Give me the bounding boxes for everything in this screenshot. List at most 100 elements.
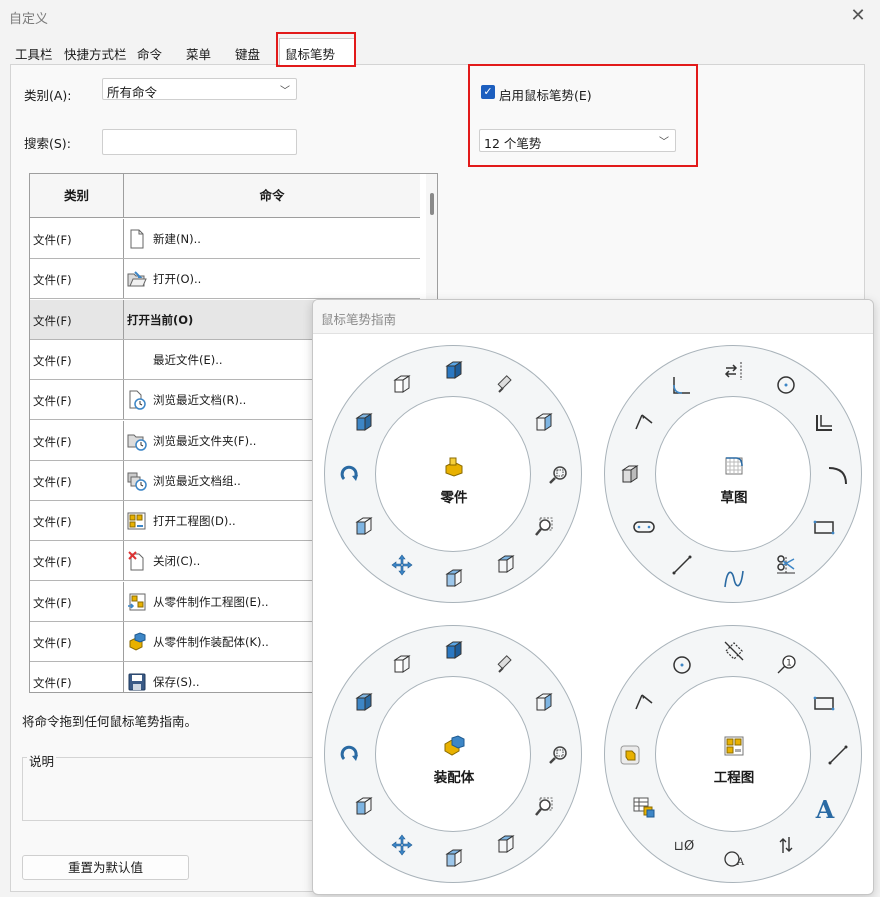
- zoom-to-fit-icon[interactable]: [494, 373, 518, 397]
- shaded-view-icon[interactable]: [442, 359, 466, 383]
- left-view-icon[interactable]: [352, 515, 376, 539]
- isometric-view-icon[interactable]: [352, 691, 376, 715]
- column-divider: [123, 460, 124, 500]
- zoom-to-area-icon[interactable]: [546, 463, 570, 487]
- zoom-area-icon[interactable]: [532, 795, 556, 819]
- gesture-wheel-sketch: 草图: [604, 345, 862, 603]
- shaded-box-icon[interactable]: [618, 463, 642, 487]
- wheel-label: 草图: [720, 490, 748, 506]
- bom-table-icon[interactable]: [632, 795, 656, 819]
- move-icon[interactable]: [390, 833, 414, 857]
- top-view-icon[interactable]: [494, 553, 518, 577]
- gesture-count-value: 12 个笔势: [484, 136, 542, 151]
- chevron-down-icon: ﹀: [659, 137, 669, 148]
- isometric-view-icon[interactable]: [352, 411, 376, 435]
- front-view-icon[interactable]: [390, 653, 414, 677]
- note-icon[interactable]: A: [812, 795, 836, 824]
- back-view-icon[interactable]: [442, 847, 466, 871]
- right-view-icon[interactable]: [532, 691, 556, 715]
- description-label: 说明: [27, 751, 57, 770]
- zoom-to-area-icon[interactable]: [546, 743, 570, 767]
- column-divider: [123, 259, 124, 299]
- row-category: 文件(F): [33, 313, 72, 328]
- line-icon[interactable]: [826, 743, 850, 767]
- reset-defaults-button[interactable]: 重置为默认值: [22, 855, 189, 880]
- section-view-icon[interactable]: [722, 639, 746, 663]
- chevron-down-icon: ﹀: [280, 86, 290, 97]
- table-row[interactable]: 文件(F) 新建(N)..: [30, 219, 420, 259]
- svg-text:A: A: [736, 857, 745, 868]
- svg-text:1: 1: [786, 658, 792, 668]
- column-divider: [123, 420, 124, 460]
- category-select[interactable]: 所有命令 ﹀: [102, 78, 297, 100]
- row-command: 浏览最近文档(R)..: [153, 393, 247, 408]
- column-header-category[interactable]: 类别: [30, 174, 123, 218]
- tab-menus[interactable]: 菜单: [186, 44, 211, 64]
- scrollbar-thumb[interactable]: [430, 193, 434, 215]
- open-drawing-icon: [127, 511, 147, 531]
- offset-entities-icon[interactable]: [812, 411, 836, 435]
- row-command: 浏览最近文档组..: [153, 473, 241, 488]
- column-divider: [123, 662, 124, 692]
- enable-gestures-label[interactable]: 启用鼠标笔势(E): [499, 85, 592, 104]
- fillet-icon[interactable]: [670, 373, 694, 397]
- gesture-guide-window: 鼠标笔势指南 零件 草图 装配体 工程图 1 A A ⊔Ø: [312, 299, 874, 895]
- column-divider: [123, 299, 124, 339]
- drag-hint: 将命令拖到任何鼠标笔势指南。: [22, 714, 198, 729]
- recent-document-icon: [127, 390, 147, 410]
- rotate-icon[interactable]: [338, 743, 362, 767]
- make-drawing-icon: [127, 592, 147, 612]
- guide-title: 鼠标笔势指南: [321, 312, 397, 327]
- shaded-view-icon[interactable]: [442, 639, 466, 663]
- tab-toolbars[interactable]: 工具栏: [15, 44, 53, 64]
- rectangle-icon[interactable]: [812, 515, 836, 539]
- zoom-to-fit-icon[interactable]: [494, 653, 518, 677]
- enable-gestures-checkbox[interactable]: ✓: [481, 85, 495, 99]
- rectangle-icon[interactable]: [812, 691, 836, 715]
- arc-icon[interactable]: [826, 463, 850, 487]
- row-category: 文件(F): [33, 353, 72, 368]
- datum-symbol-icon[interactable]: ⊔Ø: [670, 833, 694, 857]
- gesture-count-select[interactable]: 12 个笔势 ﹀: [479, 129, 676, 152]
- column-header-command[interactable]: 命令: [123, 174, 420, 218]
- center-mark-icon[interactable]: A: [722, 847, 746, 871]
- trim-entities-icon[interactable]: [774, 553, 798, 577]
- zoom-area-icon[interactable]: [532, 515, 556, 539]
- slot-icon[interactable]: [632, 515, 656, 539]
- rotate-icon[interactable]: [338, 463, 362, 487]
- row-command: 浏览最近文件夹(F)..: [153, 433, 257, 448]
- line-icon[interactable]: [670, 553, 694, 577]
- balloon-icon[interactable]: 1: [774, 653, 798, 677]
- back-view-icon[interactable]: [442, 567, 466, 591]
- circle-icon[interactable]: [774, 373, 798, 397]
- move-icon[interactable]: [390, 553, 414, 577]
- mirror-entities-icon[interactable]: [722, 359, 746, 383]
- row-category: 文件(F): [33, 434, 72, 449]
- part-in-drawing-icon[interactable]: [618, 743, 642, 767]
- row-command: 保存(S)..: [153, 675, 200, 690]
- tab-keyboard[interactable]: 键盘: [235, 44, 260, 64]
- close-icon[interactable]: ✕: [848, 6, 868, 26]
- circle-icon[interactable]: [670, 653, 694, 677]
- front-view-icon[interactable]: [390, 373, 414, 397]
- gesture-wheel-drawing: 工程图 1 A A ⊔Ø: [604, 625, 862, 883]
- search-input[interactable]: [102, 129, 297, 155]
- row-category: 文件(F): [33, 233, 72, 247]
- tab-shortcut-bars[interactable]: 快捷方式栏: [64, 44, 127, 64]
- row-command: 从零件制作装配体(K)..: [153, 635, 269, 649]
- row-command: 新建(N)..: [153, 232, 201, 246]
- gesture-wheel-part: 零件: [324, 345, 582, 603]
- tab-commands[interactable]: 命令: [137, 44, 162, 64]
- top-view-icon[interactable]: [494, 833, 518, 857]
- left-view-icon[interactable]: [352, 795, 376, 819]
- wheel-label: 装配体: [433, 770, 475, 786]
- table-row[interactable]: 文件(F) 打开(O)..: [30, 259, 420, 300]
- row-category: 文件(F): [33, 555, 72, 570]
- assembly-icon: [442, 734, 466, 758]
- right-view-icon[interactable]: [532, 411, 556, 435]
- row-category: 文件(F): [33, 394, 72, 409]
- swap-icon[interactable]: [774, 833, 798, 857]
- smart-dimension-icon[interactable]: [632, 411, 656, 435]
- smart-dimension-icon[interactable]: [632, 691, 656, 715]
- spline-icon[interactable]: [722, 567, 746, 591]
